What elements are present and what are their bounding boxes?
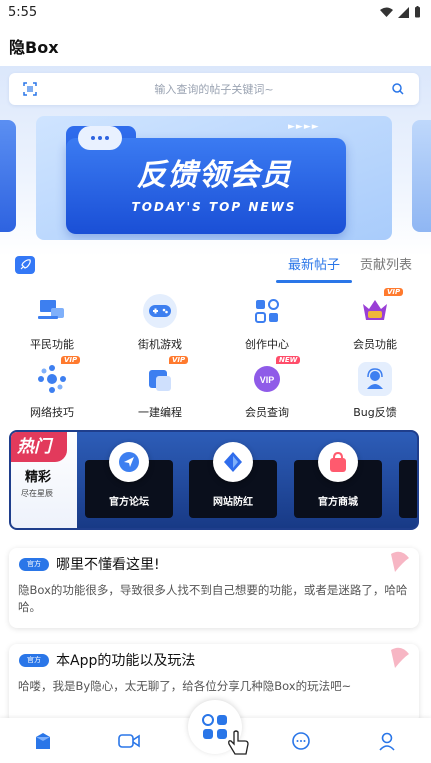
post-card[interactable]: 官方 哪里不懂看这里! 隐Box的功能很多，导致很多人找不到自己想要的功能，或者…	[9, 548, 419, 628]
nav-profile[interactable]	[344, 718, 430, 763]
ribbon-icon	[391, 551, 409, 572]
grid-item-vip[interactable]: VIP 会员功能	[335, 288, 415, 352]
nav-messages[interactable]	[258, 718, 344, 763]
post-body: 隐Box的功能很多，导致很多人找不到自己想要的功能，或者是迷路了，哈哈哈。	[18, 583, 408, 614]
search-bar[interactable]: 输入查询的帖子关键词~	[9, 73, 419, 105]
hot-title: 精彩	[25, 470, 52, 485]
network-icon: VIP	[35, 356, 81, 396]
tab-latest-posts[interactable]: 最新帖子	[276, 254, 352, 273]
grid-item-arcade[interactable]: 街机游戏	[120, 294, 200, 352]
vip-badge: VIP	[384, 288, 404, 296]
vip-badge: VIP	[169, 356, 189, 364]
post-title: 哪里不懂看这里!	[56, 557, 160, 573]
svg-text:VIP: VIP	[260, 375, 275, 385]
status-time: 5:55	[8, 4, 38, 20]
banner[interactable]: ►►►► 反馈领会员 TODAY'S TOP NEWS	[36, 116, 392, 240]
hot-subtitle: 尽在星辰	[21, 489, 53, 498]
official-badge: 官方	[19, 654, 49, 667]
grid-item-coding[interactable]: VIP 一建编程	[120, 356, 200, 420]
grid-item-create[interactable]: 创作中心	[227, 294, 307, 352]
hot-tag: 热门	[11, 432, 67, 462]
search-icon[interactable]	[377, 82, 419, 96]
post-title: 本App的功能以及玩法	[56, 653, 196, 669]
banner-next-slide[interactable]	[412, 120, 431, 232]
shopping-bag-icon	[318, 442, 358, 482]
app-bar: 隐Box	[0, 28, 431, 64]
shield-icon	[213, 442, 253, 482]
tab-indicator	[276, 280, 352, 283]
new-badge: NEW	[276, 356, 301, 364]
status-bar: 5:55	[0, 0, 431, 24]
nav-video[interactable]	[86, 718, 172, 763]
banner-prev-slide[interactable]	[0, 120, 16, 232]
ribbon-icon	[391, 647, 409, 668]
hot-card-overflow[interactable]	[399, 460, 417, 518]
crown-icon: VIP	[358, 288, 404, 328]
grid-item-basic[interactable]: 平民功能	[12, 294, 92, 352]
video-icon	[118, 733, 140, 748]
grid-item-bug-feedback[interactable]: Bug反馈	[335, 362, 415, 420]
hot-section: 热门 精彩 尽在星辰 官方论坛 网站防红 官方商城	[9, 430, 419, 530]
nav-home[interactable]	[0, 718, 86, 763]
banner-subtitle: TODAY'S TOP NEWS	[131, 200, 297, 214]
wifi-icon	[380, 7, 393, 17]
post-body: 哈喽，我是By隐心，太无聊了，给各位分享几种隐Box的玩法吧~	[18, 679, 352, 693]
gamepad-icon	[143, 294, 177, 328]
laptop-icon	[35, 294, 69, 328]
battery-icon	[415, 6, 420, 18]
chat-icon	[292, 731, 310, 750]
rocket-icon	[15, 256, 35, 274]
tab-contributions[interactable]: 贡献列表	[360, 254, 412, 273]
cube-icon: VIP	[143, 356, 189, 396]
chat-bubble-icon	[78, 126, 122, 150]
signal-icon	[398, 6, 409, 18]
vip-icon: VIP NEW	[250, 356, 301, 396]
banner-title: 反馈领会员	[136, 158, 292, 193]
search-input[interactable]: 输入查询的帖子关键词~	[51, 81, 377, 97]
official-badge: 官方	[19, 558, 49, 571]
scan-icon[interactable]	[9, 82, 51, 96]
user-icon	[379, 732, 395, 751]
apps-icon	[250, 294, 284, 328]
grid-item-network[interactable]: VIP 网络技巧	[12, 356, 92, 420]
banner-arrows: ►►►►	[288, 122, 320, 132]
app-title: 隐Box	[9, 38, 59, 57]
home-icon	[36, 732, 50, 749]
navigation-icon	[109, 442, 149, 482]
support-icon	[358, 362, 392, 396]
section-header: 最新帖子 贡献列表	[0, 250, 431, 286]
vip-badge: VIP	[61, 356, 81, 364]
hand-pointer-icon	[228, 730, 249, 755]
grid-item-vip-query[interactable]: VIP NEW 会员查询	[227, 356, 307, 420]
